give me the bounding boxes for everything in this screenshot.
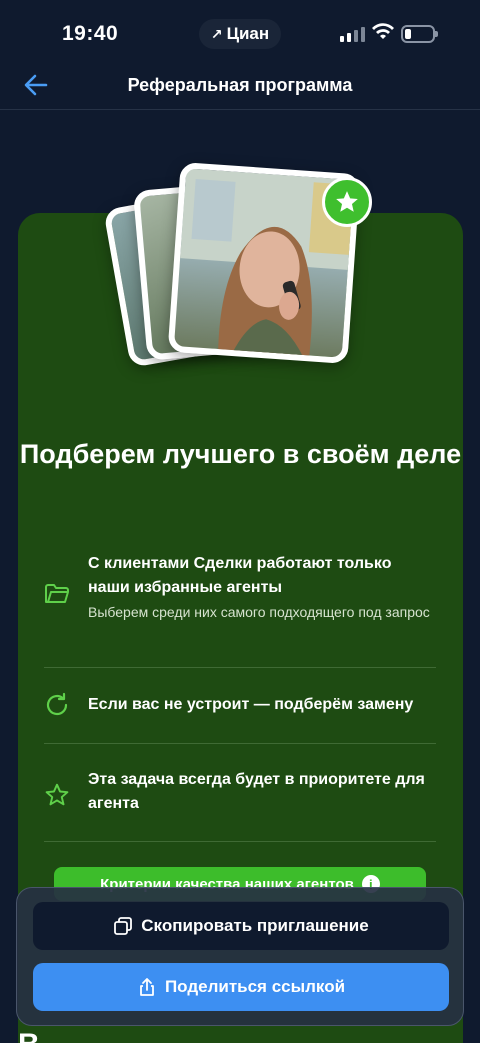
copy-icon <box>114 917 133 935</box>
folder-icon <box>45 584 69 603</box>
section-heading-peek: В <box>18 1030 40 1043</box>
feature-title: С клиентами Сделки работают только наши … <box>88 555 392 596</box>
action-sheet: Скопировать приглашение Поделиться ссылк… <box>16 887 464 1026</box>
agent-photo-stack <box>0 0 480 400</box>
copy-invite-button[interactable]: Скопировать приглашение <box>33 902 449 950</box>
list-item: С клиентами Сделки работают только наши … <box>44 540 436 668</box>
star-outline-icon <box>45 783 69 806</box>
star-icon <box>322 177 372 227</box>
copy-invite-label: Скопировать приглашение <box>141 916 369 935</box>
list-item: Если вас не устроит — подберём замену <box>44 668 436 744</box>
share-icon <box>140 978 154 996</box>
hero-headline: Подберем лучшего в своём деле <box>19 439 462 469</box>
feature-list: С клиентами Сделки работают только наши … <box>44 540 436 842</box>
share-link-label: Поделиться ссылкой <box>164 977 346 996</box>
refresh-icon <box>46 692 68 716</box>
feature-title: Если вас не устроит — подберём замену <box>88 696 414 713</box>
feature-title: Эта задача всегда будет в приоритете для… <box>88 771 425 812</box>
list-item: Эта задача всегда будет в приоритете для… <box>44 744 436 842</box>
feature-subtitle: Выберем среди них самого подходящего под… <box>88 604 430 620</box>
share-link-button[interactable]: Поделиться ссылкой <box>33 963 449 1011</box>
